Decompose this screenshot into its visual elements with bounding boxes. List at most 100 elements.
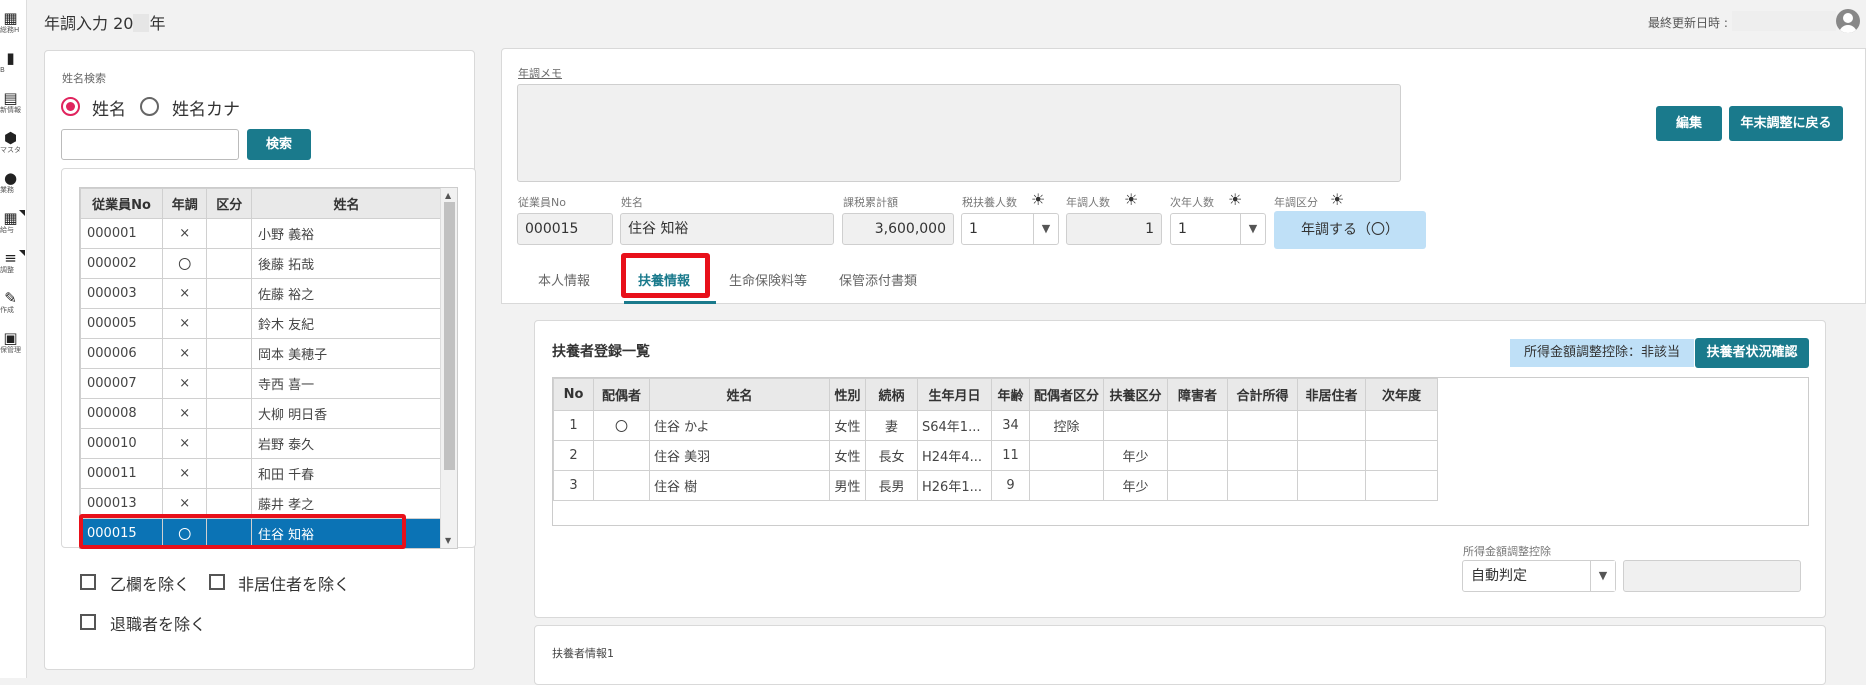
tab-personal-info[interactable]: 本人情報	[538, 270, 590, 289]
employee-row[interactable]: 000006 × 岡本 美穂子	[80, 338, 442, 369]
lightbulb-icon[interactable]: ☀	[1124, 190, 1138, 209]
dropdown-arrow-icon[interactable]: ▼	[1240, 214, 1265, 244]
rail-item[interactable]: ▤ 新情報	[0, 90, 27, 115]
employee-row[interactable]: 000002 〇 後藤 拓哉	[80, 248, 442, 279]
dependent-cell-dep_kubun	[1103, 410, 1169, 441]
taxable-total-field: 3,600,000	[842, 213, 954, 245]
memo-label[interactable]: 年調メモ	[518, 65, 562, 81]
rail-item[interactable]: ▦ 給与	[0, 210, 27, 235]
rail-item[interactable]: ⬢ マスタ	[0, 130, 27, 155]
employee-row[interactable]: 000013 × 藤井 孝之	[80, 488, 442, 519]
radio-name-label: 姓名	[92, 100, 126, 120]
search-button[interactable]: 検索	[247, 129, 311, 160]
dependents-column-header[interactable]: 障害者	[1167, 378, 1229, 411]
exclude-retired-checkbox[interactable]	[80, 614, 96, 630]
dependent-row[interactable]: 3 住谷 樹男性 長男 H26年1... 9 年少	[553, 470, 1439, 501]
masked-year	[133, 14, 150, 32]
rail-item[interactable]: ✎ 作成	[0, 290, 27, 315]
dependents-column-header[interactable]: 次年度	[1365, 378, 1439, 411]
employee-cell-no: 000008	[80, 398, 163, 429]
dependents-column-header[interactable]: 年齢	[991, 378, 1030, 411]
scroll-down-icon[interactable]: ▼	[445, 536, 451, 545]
employee-row[interactable]: 000015 〇 住谷 知裕	[80, 518, 442, 548]
scroll-thumb[interactable]	[444, 202, 455, 470]
radio-kana[interactable]	[140, 97, 159, 116]
dependents-column-header[interactable]: 姓名	[649, 378, 830, 411]
next-year-count-select[interactable]: 1 ▼	[1170, 213, 1266, 245]
back-to-year-end-button[interactable]: 年末調整に戻る	[1729, 106, 1843, 141]
dependent-cell-next	[1365, 410, 1439, 441]
lightbulb-icon[interactable]: ☀	[1330, 190, 1344, 209]
user-avatar-icon[interactable]	[1836, 9, 1860, 33]
rail-item-label: B	[0, 66, 5, 74]
employee-cell-adj: ×	[161, 368, 208, 399]
adj-kubun-badge: 年調する（〇）	[1274, 211, 1426, 249]
dependent-cell-name: 住谷 美羽	[649, 440, 830, 471]
rail-item[interactable]: ▮ B	[0, 50, 27, 75]
employee-cell-kubun	[206, 278, 252, 309]
dependent-cell-rel: 長女	[865, 440, 918, 471]
dependents-column-header[interactable]: 配偶者区分	[1028, 378, 1105, 411]
employee-column-header[interactable]: 姓名	[251, 188, 442, 219]
tab-life-insurance[interactable]: 生命保険料等	[729, 270, 807, 289]
employee-cell-name: 岩野 泰久	[251, 428, 442, 459]
dependent-row[interactable]: 1 〇住谷 かよ 女性妻 S64年1... 34 控除	[553, 410, 1439, 441]
dependents-check-button[interactable]: 扶養者状況確認	[1695, 338, 1809, 368]
employee-no-label: 従業員No	[518, 196, 566, 209]
employee-column-header[interactable]: 従業員No	[80, 188, 163, 219]
dependents-column-header[interactable]: 続柄	[865, 378, 918, 411]
tab-attachments[interactable]: 保管添付書類	[839, 270, 917, 289]
employee-cell-name: 住谷 知裕	[251, 518, 442, 548]
lightbulb-icon[interactable]: ☀	[1228, 190, 1242, 209]
income-adjustment-select[interactable]: 自動判定 ▼	[1462, 560, 1616, 592]
tab-dependents-info[interactable]: 扶養情報	[638, 270, 690, 289]
dependent-row[interactable]: 2 住谷 美羽 女性 長女 H24年4... 11 年少	[553, 440, 1439, 471]
employee-row[interactable]: 000003 × 佐藤 裕之	[80, 278, 442, 309]
scroll-up-icon[interactable]: ▲	[445, 191, 451, 200]
dependent-cell-dob: H26年1...	[917, 470, 992, 501]
exclude-nonresident-checkbox[interactable]	[209, 574, 225, 590]
rail-item[interactable]: ▣ 保管理	[0, 330, 27, 355]
employee-row[interactable]: 000005 × 鈴木 友紀	[80, 308, 442, 339]
employee-column-header[interactable]: 年調	[161, 188, 208, 219]
dependents-column-header[interactable]: 合計所得	[1227, 378, 1299, 411]
employee-row[interactable]: 000001 × 小野 義裕	[80, 218, 442, 249]
dependents-column-header[interactable]: No	[553, 378, 594, 411]
dependent-cell-age: 11	[991, 440, 1030, 471]
dependents-column-header[interactable]: 性別	[829, 378, 866, 411]
memo-textarea[interactable]	[517, 84, 1401, 182]
rail-item[interactable]: ▦ 総務H	[0, 10, 27, 35]
employee-row[interactable]: 000010 × 岩野 泰久	[80, 428, 442, 459]
dropdown-arrow-icon[interactable]: ▼	[1590, 561, 1615, 591]
rail-item-label: マスタ	[0, 146, 21, 154]
employee-cell-no: 000002	[80, 248, 163, 279]
rail-item[interactable]: ≡ 調整	[0, 250, 27, 275]
radio-name[interactable]	[61, 97, 80, 116]
edit-button[interactable]: 編集	[1656, 106, 1722, 141]
employee-row[interactable]: 000007 × 寺西 喜一	[80, 368, 442, 399]
dependents-column-header[interactable]: 扶養区分	[1103, 378, 1169, 411]
dropdown-arrow-icon[interactable]: ▼	[1033, 214, 1058, 244]
employee-cell-name: 後藤 拓哉	[251, 248, 442, 279]
employee-cell-no: 000010	[80, 428, 163, 459]
dependent-cell-income	[1227, 470, 1299, 501]
rail-item-icon: ●	[3, 169, 18, 187]
employee-cell-kubun	[206, 458, 252, 489]
lightbulb-icon[interactable]: ☀	[1031, 190, 1045, 209]
dependent-cell-age: 34	[991, 410, 1030, 441]
tax-dependents-select[interactable]: 1 ▼	[961, 213, 1059, 245]
employee-row[interactable]: 000011 × 和田 千春	[80, 458, 442, 489]
rail-item[interactable]: ● 業務	[0, 170, 27, 195]
search-input[interactable]	[61, 129, 239, 160]
dependents-column-header[interactable]: 非居住者	[1297, 378, 1367, 411]
employee-list-scrollbar[interactable]: ▲ ▼	[440, 188, 457, 548]
employee-cell-no: 000005	[80, 308, 163, 339]
employee-column-header[interactable]: 区分	[206, 188, 252, 219]
employee-row[interactable]: 000008 × 大柳 明日香	[80, 398, 442, 429]
dependents-column-header[interactable]: 配偶者	[593, 378, 650, 411]
employee-cell-name: 藤井 孝之	[251, 488, 442, 519]
exclude-otsu-checkbox[interactable]	[80, 574, 96, 590]
dependent-cell-nonres	[1297, 410, 1367, 441]
left-nav-rail: ▦ 総務H ▮ B ▤ 新情報 ⬢ マスタ ● 業務 ▦ 給与 ≡ 調整 ✎ 作成 ▣ 保管理	[0, 0, 27, 678]
dependents-column-header[interactable]: 生年月日	[917, 378, 992, 411]
